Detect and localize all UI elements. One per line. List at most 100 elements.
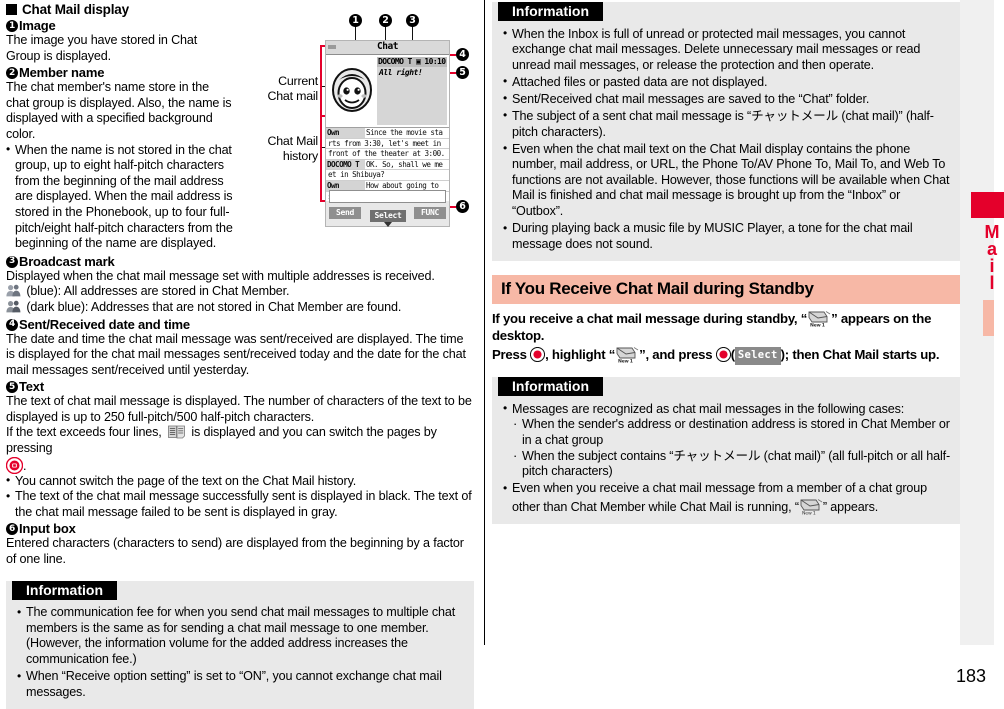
information-body-bottom: Messages are recognized as chat mail mes…: [492, 396, 960, 516]
information-label-bottom: Information: [498, 377, 603, 397]
item-5-heading: 5 Text: [6, 379, 474, 394]
callout-badge-2: 2: [379, 14, 392, 27]
figure-label-current-chat-mail: Current Chat mail: [232, 74, 318, 104]
phone-screen: Chat DOCOMO T ▣ 10:10 All right! Own Sin…: [325, 40, 450, 227]
item-2-text: The chat member's name store in the chat…: [6, 80, 232, 141]
softkey-select[interactable]: Select: [370, 210, 406, 227]
item-4-heading: 4 Sent/Received date and time: [6, 317, 474, 332]
item-4-text: The date and time the chat mail message …: [6, 331, 466, 377]
history-msg: rts from 3:30, let's meet in: [328, 138, 441, 148]
item-3-icon-line-1: (blue): All addresses are stored in Chat…: [6, 284, 474, 300]
callout-number-1: 1: [6, 20, 18, 32]
item-5-text: The text of chat mail message is display…: [6, 394, 472, 424]
center-select-key-icon: [530, 347, 546, 363]
svg-text:New 1: New 1: [810, 323, 825, 328]
info-bottom-bullet-2: Even when you receive a chat mail messag…: [503, 481, 950, 516]
item-3-icon-line-2: (dark blue): Addresses that are not stor…: [6, 300, 474, 316]
history-row: rts from 3:30, let's meet in: [326, 139, 449, 150]
item-6-text: Entered characters (characters to send) …: [6, 536, 464, 567]
standby-lead-2: Press , highlight “ New 1 ”, and press (…: [492, 345, 960, 366]
item-3-icon-text-1: (blue): All addresses are stored in Chat…: [26, 284, 290, 299]
information-body-top: When the Inbox is full of unread or prot…: [492, 21, 960, 252]
softkey-send[interactable]: Send: [329, 207, 361, 219]
bracket-history: [320, 117, 323, 202]
item-5-okey-line: .: [5, 456, 474, 474]
select-softkey-label: Select: [734, 347, 781, 366]
information-box-right-top: Information When the Inbox is full of un…: [492, 2, 960, 262]
multi-page-icon: [168, 425, 185, 439]
item-5-bullet-2: The text of the chat mail message succes…: [6, 489, 474, 520]
callout-number-5: 5: [6, 381, 18, 394]
callout-badge-5: 5: [456, 66, 469, 79]
svg-text:New 1: New 1: [802, 510, 816, 515]
history-who: DOCOMO T: [326, 159, 365, 170]
figure-label-current-l2: Chat mail: [267, 89, 318, 103]
standby-lead-2e: ); then Chat Mail starts up.: [780, 347, 940, 363]
info-right-bullet-6: During playing back a music file by MUSI…: [503, 221, 950, 252]
information-box-left: Information The communication fee for wh…: [6, 580, 474, 709]
callout-badge-1: 1: [349, 14, 362, 27]
figure-label-history-l1: Chat Mail: [267, 134, 318, 148]
phone-title-bar: Chat: [326, 41, 449, 55]
history-row: DOCOMO T OK. So, shall we me: [326, 159, 449, 171]
item-5-pages-line: If the text exceeds four lines, is displ…: [6, 425, 474, 456]
info-right-bullet-3: Sent/Received chat mail messages are sav…: [503, 91, 950, 108]
page-number: 183: [955, 666, 986, 686]
current-chat-mail-area: DOCOMO T ▣ 10:10 All right!: [326, 55, 449, 127]
callout-number-6: 6: [6, 523, 18, 536]
svg-text:New 1: New 1: [618, 359, 633, 364]
callout-badge-4: 4: [456, 48, 469, 61]
info-left-bullet-2: When “Receive option setting” is set to …: [17, 668, 464, 700]
history-row: et in Shibuya?: [326, 170, 449, 181]
standby-lead-2c: ”, and press: [639, 347, 713, 363]
info-right-bullet-1: When the Inbox is full of unread or prot…: [503, 26, 950, 74]
info-right-bullet-4: The subject of a sent chat mail message …: [503, 108, 950, 140]
center-select-key-icon: [715, 347, 731, 363]
item-1-title: Image: [19, 18, 56, 33]
callout-number-2: 2: [6, 67, 18, 80]
info-right-bullet-5: Even when the chat mail text on the Chat…: [503, 141, 950, 220]
current-message-box: DOCOMO T ▣ 10:10 All right!: [377, 57, 447, 125]
page-title-text: Chat Mail display: [22, 2, 129, 17]
history-msg: et in Shibuya?: [328, 170, 385, 180]
softkey-bar: Send Select FUNC: [326, 205, 449, 227]
info-right-bullet-2: Attached files or pasted data are not di…: [503, 74, 950, 91]
information-box-right-bottom: Information Messages are recognized as c…: [492, 377, 960, 525]
side-tab-label: Mail: [982, 222, 1002, 290]
message-sender-row: DOCOMO T ▣ 10:10: [377, 57, 447, 67]
manual-page: Chat Mail display 1 Image The image you …: [0, 0, 1004, 709]
new-mail-icon: New 1: [799, 497, 823, 516]
chat-input-box[interactable]: [329, 190, 446, 203]
history-row: front of the theater at 3:00.: [326, 149, 449, 160]
softkey-func[interactable]: FUNC: [414, 207, 446, 219]
history-msg: OK. So, shall we me: [366, 159, 443, 169]
info-bottom-subbullet-2: When the subject contains “チャットメール (chat…: [503, 448, 950, 480]
broadcast-mark-icon: ▣: [415, 57, 421, 66]
information-label: Information: [12, 580, 117, 600]
standby-lead-1a: If you receive a chat mail message durin…: [492, 311, 808, 327]
history-msg: front of the theater at 3:00.: [328, 149, 445, 159]
section-heading-standby: If You Receive Chat Mail during Standby: [492, 275, 960, 305]
item-2-bullet-1: When the name is not stored in the chat …: [6, 142, 243, 252]
item-6-title: Input box: [19, 521, 76, 537]
history-msg: Since the movie sta: [366, 128, 443, 137]
info-left-bullet-1: The communication fee for when you send …: [17, 605, 464, 667]
info-bottom-subbullet-1: When the sender's address or destination…: [503, 416, 950, 448]
item-5-bullet-1: You cannot switch the page of the text o…: [6, 473, 474, 490]
callout-badge-6: 6: [456, 200, 469, 213]
item-5-pages-pre: If the text exceeds four lines,: [6, 425, 162, 440]
right-column: Information When the Inbox is full of un…: [492, 2, 960, 692]
information-label-top: Information: [498, 2, 603, 21]
standby-lead-1: If you receive a chat mail message durin…: [492, 309, 960, 344]
item-6-heading: 6 Input box: [6, 521, 474, 536]
new-mail-icon: New 1: [807, 309, 831, 329]
callout-number-3: 3: [6, 255, 18, 268]
side-tab-block: [971, 192, 1004, 218]
item-3-title: Broadcast mark: [19, 253, 115, 269]
side-tab: Mail: [960, 0, 1004, 645]
item-2-title: Member name: [19, 65, 105, 81]
center-select-key-icon: [5, 456, 24, 474]
column-divider: [484, 0, 485, 645]
people-group-dark-icon: [6, 300, 21, 313]
new-mail-icon: New 1: [615, 345, 639, 365]
